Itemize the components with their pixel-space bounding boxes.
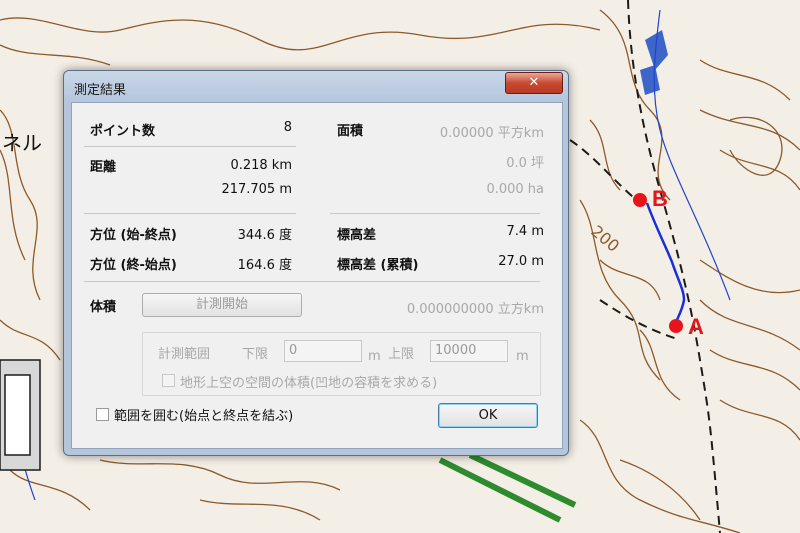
enclose-range-checkbox-label: 範囲を囲む(始点と終点を結ぶ): [114, 409, 294, 424]
elevation-cumulative-value: 27.0 m: [498, 254, 544, 269]
lower-label: 下限: [242, 347, 269, 362]
point-b-marker[interactable]: [633, 193, 647, 207]
enclose-range-checkbox[interactable]: [96, 408, 109, 421]
start-measurement-button[interactable]: 計測開始: [142, 293, 302, 317]
elevation-diff-value: 7.4 m: [506, 224, 544, 239]
area-label: 面積: [337, 124, 364, 139]
area-value-tsubo: 0.0 坪: [506, 156, 544, 171]
divider: [330, 213, 540, 214]
upper-label: 上限: [388, 347, 415, 362]
point-a-marker[interactable]: [669, 319, 683, 333]
elevation-diff-label: 標高差: [337, 228, 377, 243]
distance-km-value: 0.218 km: [230, 158, 292, 173]
measurement-result-dialog: 測定結果 ✕ ポイント数 8 距離 0.218 km 217.705 m 方位 …: [63, 70, 569, 456]
dialog-client-area: ポイント数 8 距離 0.218 km 217.705 m 方位 (始-終点) …: [71, 102, 563, 449]
upper-limit-input[interactable]: 10000: [430, 340, 508, 362]
divider: [84, 213, 296, 214]
elevation-cumulative-label: 標高差 (累積): [337, 258, 419, 273]
close-icon: ✕: [528, 75, 540, 90]
close-button[interactable]: ✕: [505, 72, 563, 94]
divider: [84, 281, 540, 282]
range-label: 計測範囲: [158, 347, 211, 362]
point-b-label: B: [652, 186, 668, 211]
dialog-title: 測定結果: [74, 83, 127, 98]
ok-button[interactable]: OK: [438, 403, 538, 428]
points-label: ポイント数: [90, 124, 156, 139]
terrain-volume-checkbox-label: 地形上空の空間の体積(凹地の容積を求める): [180, 376, 438, 391]
area-value-km2: 0.00000 平方km: [439, 126, 544, 141]
lower-limit-input[interactable]: 0: [284, 340, 362, 362]
upper-unit: m: [516, 349, 529, 364]
building-block: [0, 359, 41, 471]
points-value: 8: [283, 120, 292, 135]
tunnel-label: ネル: [2, 131, 42, 155]
bearing-end-start-value: 164.6 度: [237, 258, 292, 273]
lower-unit: m: [368, 349, 381, 364]
distance-m-value: 217.705 m: [221, 182, 292, 197]
title-bar[interactable]: 測定結果 ✕: [64, 71, 568, 101]
terrain-volume-checkbox[interactable]: [162, 374, 175, 387]
bearing-end-start-label: 方位 (終-始点): [90, 258, 177, 273]
bearing-start-end-value: 344.6 度: [237, 228, 292, 243]
bearing-start-end-label: 方位 (始-終点): [90, 228, 177, 243]
divider: [84, 146, 296, 147]
point-a-label: A: [688, 314, 704, 339]
volume-value: 0.000000000 立方km: [406, 302, 544, 317]
area-value-ha: 0.000 ha: [486, 182, 544, 197]
distance-label: 距離: [90, 160, 117, 175]
volume-label: 体積: [90, 300, 117, 315]
